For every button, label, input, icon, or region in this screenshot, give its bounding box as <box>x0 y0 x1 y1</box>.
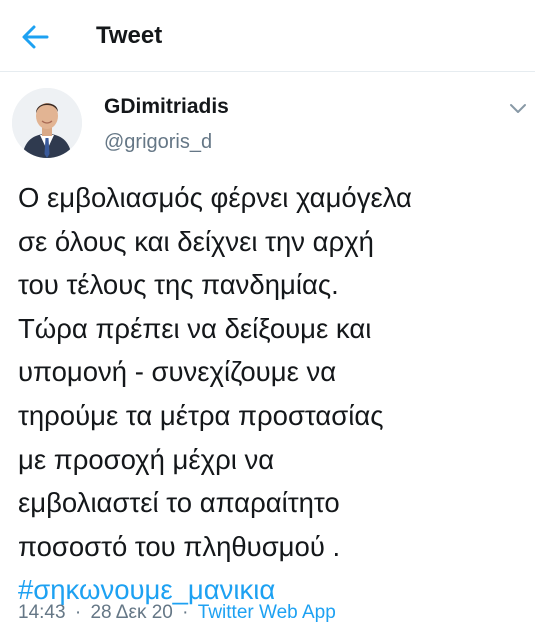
meta-separator: · <box>74 602 82 623</box>
tweet-source-link[interactable]: Twitter Web App <box>198 602 336 623</box>
meta-separator: · <box>182 602 189 623</box>
top-bar: Tweet <box>0 0 535 72</box>
tweet-time[interactable]: 14:43 <box>18 602 66 623</box>
tweet-text-line: Ο εμβολιασμός φέρνει χαμόγελα <box>18 182 412 213</box>
author-display-name[interactable]: GDimitriadis <box>104 94 229 120</box>
tweet-date[interactable]: 28 Δεκ 20 <box>90 602 172 623</box>
author-handle[interactable]: @grigoris_d <box>104 129 212 155</box>
tweet-meta: 14:43 · 28 Δεκ 20 · Twitter Web App <box>18 600 336 626</box>
tweet-text-line: τηρούμε τα μέτρα προστασίας <box>18 399 384 431</box>
tweet-text-line: Τώρα πρέπει να δείξουμε και <box>18 312 372 344</box>
tweet-text-line: υπομονή - συνεχίζουμε να <box>18 356 337 388</box>
tweet-menu-button[interactable] <box>506 96 530 120</box>
tweet-text-line: με προσοχή μέχρι να <box>18 443 275 475</box>
tweet-text-line: εμβολιαστεί το απαραίτητο <box>18 487 340 519</box>
tweet-text-line: του τέλους της πανδημίας. <box>18 269 339 301</box>
avatar[interactable] <box>12 88 82 158</box>
tweet-text-line: σε όλους και δείχνει την αρχή <box>18 225 374 257</box>
arrow-left-icon <box>18 21 52 53</box>
page-title: Tweet <box>96 22 163 49</box>
tweet-text-line: ποσοστό του πληθυσμού . <box>18 530 341 562</box>
chevron-down-icon <box>506 96 530 120</box>
back-button[interactable] <box>18 21 52 53</box>
tweet-body: Ο εμβολιασμός φέρνει χαμόγελα σε όλους κ… <box>18 176 528 612</box>
